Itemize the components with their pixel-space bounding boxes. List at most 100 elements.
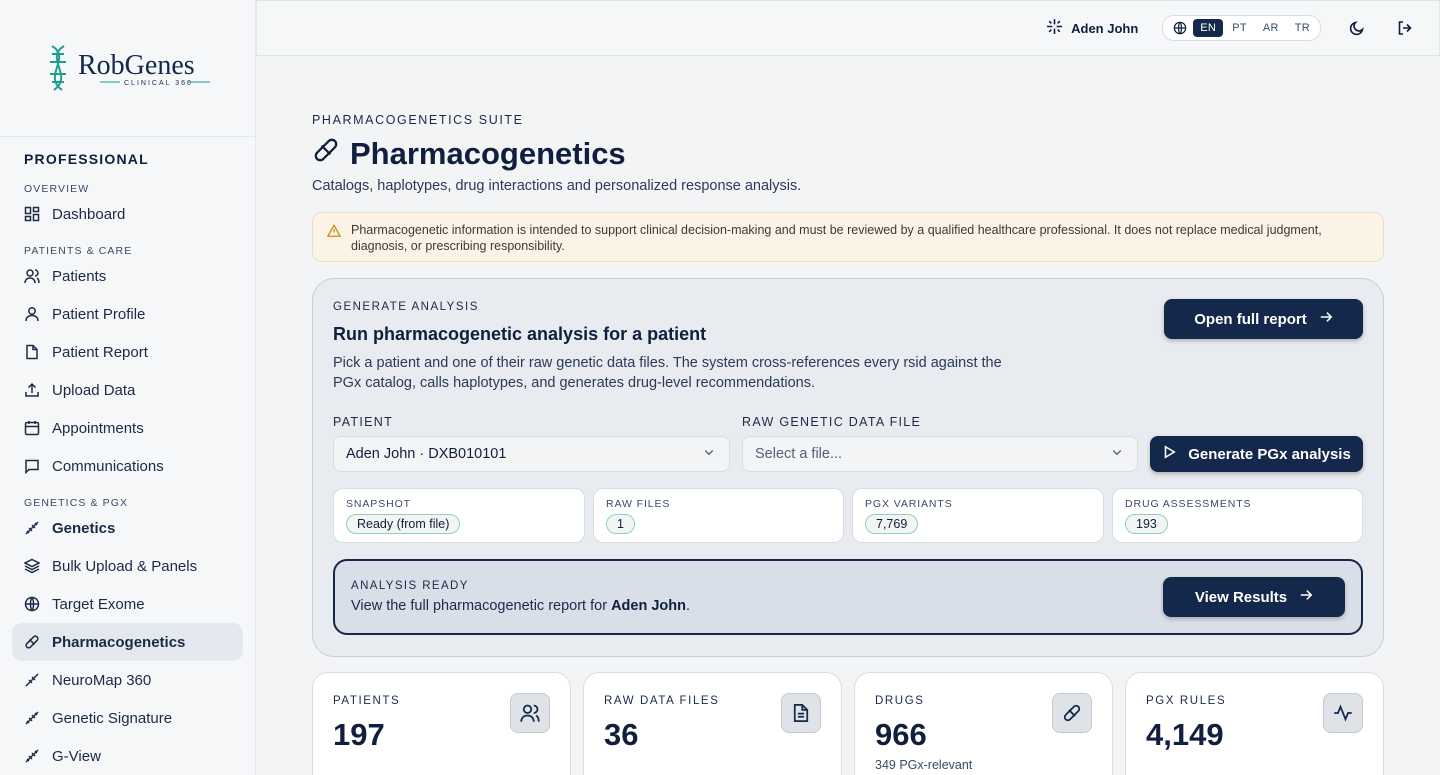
user-name: Aden John: [1071, 20, 1139, 36]
sidebar-item-patients[interactable]: Patients: [12, 257, 243, 295]
sidebar-item-label: Patients: [52, 267, 107, 285]
sidebar: RobGenes CLINICAL 360 PROFESSIONAL OVERV…: [0, 0, 256, 775]
stat-label: DRUG ASSESSMENTS: [1125, 498, 1252, 510]
brand-name: RobGenes: [78, 50, 195, 81]
activity-icon: [1323, 693, 1363, 733]
panel-description: Pick a patient and one of their raw gene…: [333, 355, 1002, 391]
file-icon: [24, 344, 40, 360]
top-bar: Aden John EN PT AR TR: [256, 0, 1440, 56]
calendar-icon: [24, 420, 40, 436]
patient-select[interactable]: Aden John · DXB010101: [333, 436, 730, 472]
sidebar-item-label: NeuroMap 360: [52, 671, 152, 689]
patient-select-value: Aden John · DXB010101: [346, 446, 507, 462]
sidebar-item-communications[interactable]: Communications: [12, 447, 243, 485]
moon-icon[interactable]: [1345, 16, 1369, 40]
button-label: Generate PGx analysis: [1188, 445, 1351, 463]
dna-icon: [24, 520, 40, 536]
lang-ar[interactable]: AR: [1256, 19, 1286, 37]
lang-tr[interactable]: TR: [1288, 19, 1317, 37]
lang-en[interactable]: EN: [1193, 19, 1224, 37]
logout-icon[interactable]: [1393, 16, 1417, 40]
generate-pgx-button[interactable]: Generate PGx analysis: [1150, 436, 1363, 472]
brand-sub: CLINICAL 360: [124, 80, 193, 87]
dna-icon: [24, 748, 40, 764]
stat-value: 1: [606, 514, 635, 534]
disclaimer-text: Pharmacogenetic information is intended …: [351, 223, 1322, 253]
sidebar-item-neuromap[interactable]: NeuroMap 360: [12, 661, 243, 699]
upload-icon: [24, 382, 40, 398]
warning-icon: [326, 222, 342, 242]
sidebar-nav: PROFESSIONAL OVERVIEW Dashboard PATIENTS…: [0, 137, 255, 775]
sidebar-item-label: Communications: [52, 457, 164, 475]
sidebar-item-upload-data[interactable]: Upload Data: [12, 371, 243, 409]
sidebar-item-g-view[interactable]: G-View: [12, 737, 243, 775]
patient-label: PATIENT: [333, 415, 394, 429]
section-genetics-pgx: GENETICS & PGX: [24, 497, 129, 509]
button-label: View Results: [1194, 588, 1288, 606]
kpi-pgx-rules: PGX RULES 4,149: [1125, 672, 1384, 775]
stat-snapshot: SNAPSHOT Ready (from file): [333, 488, 585, 543]
view-results-button[interactable]: View Results: [1163, 577, 1345, 617]
stat-label: RAW FILES: [606, 498, 671, 510]
kpi-label: PGX RULES: [1146, 695, 1227, 707]
brand-logo[interactable]: RobGenes CLINICAL 360: [0, 0, 255, 137]
raw-file-select[interactable]: Select a file...: [742, 436, 1138, 472]
sidebar-item-target-exome[interactable]: Target Exome: [12, 585, 243, 623]
kpi-label: PATIENTS: [333, 695, 401, 707]
sidebar-item-patient-profile[interactable]: Patient Profile: [12, 295, 243, 333]
message-icon: [24, 458, 40, 474]
user-icon: [24, 306, 40, 322]
user-menu[interactable]: Aden John: [1046, 18, 1138, 38]
panel-eyebrow: GENERATE ANALYSIS: [333, 301, 479, 313]
section-patients-care: PATIENTS & CARE: [24, 245, 133, 257]
stat-pgx-variants: PGX VARIANTS 7,769: [852, 488, 1104, 543]
dna-icon: [24, 710, 40, 726]
arrow-right-icon: [1319, 310, 1333, 328]
panel-title: Run pharmacogenetic analysis for a patie…: [333, 324, 707, 344]
sidebar-item-dashboard[interactable]: Dashboard: [12, 195, 243, 233]
kpi-label: RAW DATA FILES: [604, 695, 720, 707]
globe-icon: [1169, 21, 1191, 35]
play-icon: [1162, 445, 1176, 463]
section-overview: OVERVIEW: [24, 183, 90, 195]
open-full-report-button[interactable]: Open full report: [1164, 299, 1363, 339]
sidebar-item-genetics[interactable]: Genetics: [12, 509, 243, 547]
kpi-drugs: DRUGS 966 349 PGx-relevant: [854, 672, 1113, 775]
sidebar-item-label: Target Exome: [52, 595, 145, 613]
sidebar-item-patient-report[interactable]: Patient Report: [12, 333, 243, 371]
sidebar-item-label: Appointments: [52, 419, 144, 437]
sidebar-item-bulk-upload[interactable]: Bulk Upload & Panels: [12, 547, 243, 585]
stat-raw-files: RAW FILES 1: [593, 488, 844, 543]
stat-value: Ready (from file): [346, 514, 461, 534]
page-eyebrow: PHARMACOGENETICS SUITE: [312, 113, 524, 127]
button-label: Open full report: [1194, 310, 1307, 328]
kpi-value: 197: [333, 717, 385, 752]
kpi-label: DRUGS: [875, 695, 925, 707]
file-select-placeholder: Select a file...: [755, 446, 843, 462]
kpi-patients: PATIENTS 197: [312, 672, 571, 775]
kpi-raw-data-files: RAW DATA FILES 36: [583, 672, 842, 775]
layers-icon: [24, 558, 40, 574]
sidebar-item-appointments[interactable]: Appointments: [12, 409, 243, 447]
sidebar-item-label: G-View: [52, 747, 101, 765]
kpi-value: 966: [875, 717, 927, 752]
sidebar-item-genetic-signature[interactable]: Genetic Signature: [12, 699, 243, 737]
generate-analysis-panel: GENERATE ANALYSIS Run pharmacogenetic an…: [312, 278, 1384, 657]
language-switcher: EN PT AR TR: [1162, 15, 1321, 41]
kpi-value: 36: [604, 717, 639, 752]
stat-value: 7,769: [865, 514, 919, 534]
stat-label: PGX VARIANTS: [865, 498, 953, 510]
map-icon: [24, 672, 40, 688]
pill-icon: [24, 634, 40, 650]
ready-text: View the full pharmacogenetic report for…: [351, 598, 690, 614]
users-icon: [510, 693, 550, 733]
org-label: PROFESSIONAL: [24, 151, 149, 167]
sidebar-item-label: Bulk Upload & Panels: [52, 557, 198, 575]
sidebar-item-pharmacogenetics[interactable]: Pharmacogenetics: [12, 623, 243, 661]
lang-pt[interactable]: PT: [1225, 19, 1254, 37]
file-icon: [781, 693, 821, 733]
arrow-right-icon: [1299, 588, 1313, 606]
ready-text-tail: .: [686, 598, 691, 614]
kpi-value: 4,149: [1146, 717, 1224, 752]
stat-label: SNAPSHOT: [346, 498, 411, 510]
